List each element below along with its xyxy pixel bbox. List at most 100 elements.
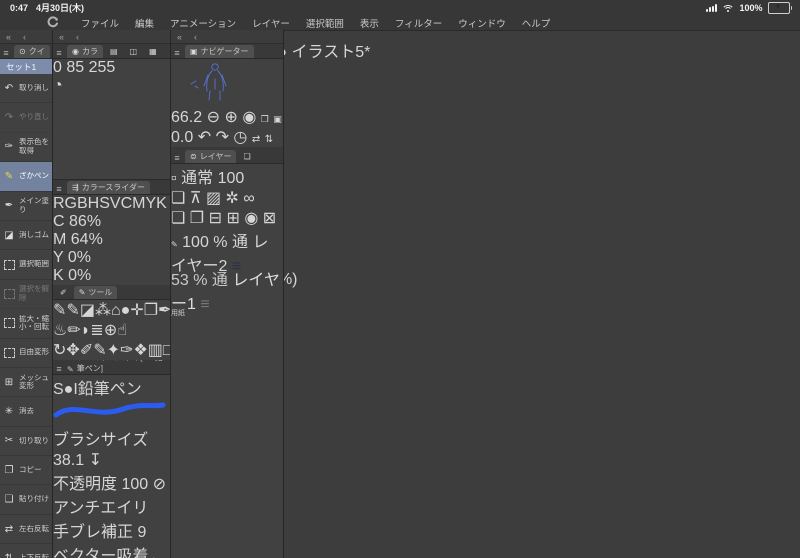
menu-item[interactable]: 表示 bbox=[352, 16, 387, 30]
tab-layer-property[interactable]: ❏ bbox=[238, 150, 255, 163]
quick-access-item[interactable]: ✂ 切り取り bbox=[0, 427, 52, 457]
menu-item[interactable]: アニメーション bbox=[162, 16, 244, 30]
zoom-in-icon[interactable]: ⊕ bbox=[224, 109, 237, 126]
slider-mode-tab[interactable]: RGB bbox=[53, 195, 88, 212]
layer-mask-icon[interactable]: ◉ bbox=[244, 210, 258, 227]
menu-item[interactable]: レイヤー bbox=[244, 16, 298, 30]
quick-access-item[interactable]: 選択範囲 bbox=[0, 250, 52, 280]
hue-ring[interactable] bbox=[62, 62, 162, 162]
new-layer-icon[interactable]: ❏ bbox=[171, 210, 185, 227]
tool-cell[interactable]: ✛ bbox=[130, 302, 143, 319]
flip-horizontal-icon[interactable]: ⇄ bbox=[252, 134, 260, 145]
tool-cell[interactable]: ◗ bbox=[81, 322, 91, 339]
tab-color-slider[interactable]: ⇶ カラースライダー bbox=[67, 181, 150, 194]
actual-size-icon[interactable]: ❐ bbox=[261, 114, 269, 124]
tool-cell[interactable]: ● bbox=[121, 302, 131, 319]
menu-item[interactable]: 選択範囲 bbox=[298, 16, 352, 30]
quick-access-item[interactable]: ◪ 消しゴム bbox=[0, 221, 52, 251]
layer-drag-handle-2[interactable]: ≡ bbox=[200, 296, 209, 313]
collapse-panel-icon-2[interactable]: ‹ bbox=[76, 32, 79, 42]
merge-layer-icon[interactable]: ⊞ bbox=[226, 210, 239, 227]
collapse-panel-icon-3[interactable]: ‹ bbox=[194, 32, 197, 42]
navigator-preview[interactable] bbox=[171, 59, 283, 107]
navigator-menu-icon[interactable]: ≡ bbox=[171, 48, 183, 58]
color-slider-menu-icon[interactable]: ≡ bbox=[53, 184, 65, 194]
transfer-layer-icon[interactable]: ⊟ bbox=[209, 210, 222, 227]
quick-access-item[interactable]: ↶ 取り消し bbox=[0, 74, 52, 104]
color-mode-icon[interactable]: ◔ bbox=[53, 77, 63, 94]
tool-cell[interactable]: ✒ bbox=[158, 302, 170, 319]
tool-cell[interactable]: ✎ bbox=[53, 302, 66, 319]
tab-color-set[interactable]: ▤ bbox=[105, 45, 123, 58]
quick-access-item[interactable]: ⊞ メッシュ変形 bbox=[0, 368, 52, 398]
menu-item[interactable]: ヘルプ bbox=[514, 16, 559, 30]
lock-transparent-icon[interactable]: ▨ bbox=[206, 190, 221, 207]
tab-layer[interactable]: ⊜ レイヤー bbox=[185, 150, 237, 163]
tab-color-wheel[interactable]: ◉ カラ bbox=[67, 45, 103, 58]
color-panel-menu-icon[interactable]: ≡ bbox=[53, 48, 65, 58]
tool-cell[interactable]: ☝ bbox=[117, 322, 127, 339]
slider-mode-tab[interactable]: CMYK bbox=[121, 195, 167, 212]
opacity-row[interactable]: 不透明度 100 ⊘ bbox=[53, 470, 170, 494]
opacity-mode-icon[interactable]: ⊘ bbox=[153, 476, 166, 493]
tool-cell[interactable]: ⌂ bbox=[111, 302, 121, 319]
quick-access-item[interactable]: ↷ やり直し bbox=[0, 103, 52, 133]
tool-cell[interactable]: ≣ bbox=[90, 322, 103, 339]
layer-opacity-value[interactable]: 100 bbox=[218, 170, 245, 187]
link-icon[interactable]: ∞ bbox=[243, 190, 254, 207]
tool-cell[interactable]: ↻ bbox=[53, 342, 66, 359]
ruler-icon[interactable]: ⊼ bbox=[190, 190, 202, 207]
rotate-right-icon[interactable]: ↷ bbox=[216, 129, 229, 146]
clip-at-layer-icon[interactable]: ❏ bbox=[171, 190, 185, 207]
tool-cell[interactable]: ⁂ bbox=[95, 302, 111, 319]
tool-cell[interactable]: ❐ bbox=[144, 302, 158, 319]
brush-size-row[interactable]: ブラシサイズ 38.1 ↧ bbox=[53, 426, 170, 470]
quick-access-item[interactable]: ✎ ざかペン bbox=[0, 162, 52, 192]
layer-row-selected[interactable]: ✎ 100 % 通 レイヤー2 ≡ bbox=[171, 228, 283, 275]
collapse-dock-icon-3[interactable]: « bbox=[177, 32, 182, 42]
clip-studio-logo-icon[interactable] bbox=[46, 16, 59, 29]
tool-cell[interactable]: ✦ bbox=[107, 342, 120, 359]
tab-navigator[interactable]: ▣ ナビゲーター bbox=[185, 45, 254, 58]
tool-cell[interactable]: ✐ bbox=[80, 342, 93, 359]
brush-preset-tab[interactable]: S●I鉛筆ペン bbox=[53, 381, 142, 398]
new-folder-icon[interactable]: ❐ bbox=[190, 210, 204, 227]
menu-item[interactable]: 編集 bbox=[127, 16, 162, 30]
zoom-out-icon[interactable]: ⊖ bbox=[207, 109, 220, 126]
collapse-panel-icon[interactable]: ‹ bbox=[23, 32, 26, 42]
tool-cell[interactable]: ⊕ bbox=[104, 322, 117, 339]
quick-access-item[interactable]: ✳ 消去 bbox=[0, 397, 52, 427]
quick-access-item[interactable]: 選択を解除 bbox=[0, 280, 52, 310]
tab-color-mix[interactable]: ◫ bbox=[125, 45, 143, 58]
quick-access-item[interactable]: 自由変形 bbox=[0, 339, 52, 368]
quick-access-item[interactable]: ✒ メイン塗り bbox=[0, 192, 52, 221]
panel-menu-icon[interactable]: ≡ bbox=[0, 48, 12, 58]
fullscreen-icon[interactable]: ▣ bbox=[273, 114, 282, 124]
tab-tool[interactable]: ✎ ツール bbox=[73, 286, 118, 299]
quick-access-item[interactable]: ❏ 貼り付け bbox=[0, 485, 52, 515]
tool-cell[interactable]: ✎ bbox=[66, 302, 79, 319]
reset-rotation-icon[interactable]: ◷ bbox=[233, 129, 247, 146]
tab-color-history[interactable]: ▦ bbox=[144, 45, 162, 58]
tool-cell[interactable]: □ bbox=[163, 342, 170, 359]
document-tab[interactable]: ● イラスト5* bbox=[277, 38, 370, 62]
tool-cell[interactable]: ✎ bbox=[93, 342, 106, 359]
delete-layer-icon[interactable]: ⊠ bbox=[263, 210, 276, 227]
layer-combine-select[interactable]: ▫ bbox=[171, 170, 177, 187]
stabilization-row[interactable]: 手ブレ補正 9 bbox=[53, 518, 170, 542]
rotate-left-icon[interactable]: ↶ bbox=[198, 129, 211, 146]
collapse-dock-icon-2[interactable]: « bbox=[59, 32, 64, 42]
collapse-dock-icon[interactable]: « bbox=[6, 32, 11, 42]
tool-cell[interactable]: ▥ bbox=[148, 342, 163, 359]
brush-size-pick-icon[interactable]: ↧ bbox=[89, 452, 102, 469]
menu-item[interactable]: ウィンドウ bbox=[450, 16, 514, 30]
quick-access-item[interactable]: ❐ コピー bbox=[0, 456, 52, 486]
quick-access-set-select[interactable]: セット1 bbox=[0, 59, 52, 74]
expand-arrow-icon[interactable]: › bbox=[153, 554, 156, 558]
tool-cell[interactable]: ✏ bbox=[67, 322, 80, 339]
tool-cell[interactable]: ♨ bbox=[53, 322, 67, 339]
fit-screen-icon[interactable]: ◉ bbox=[242, 109, 256, 126]
tool-cell[interactable]: ◪ bbox=[80, 302, 95, 319]
layer-row[interactable]: 53 % 通 レイヤー1 ≡ bbox=[171, 266, 283, 313]
tab-quick-access[interactable]: ⊙ クイ bbox=[14, 45, 50, 58]
